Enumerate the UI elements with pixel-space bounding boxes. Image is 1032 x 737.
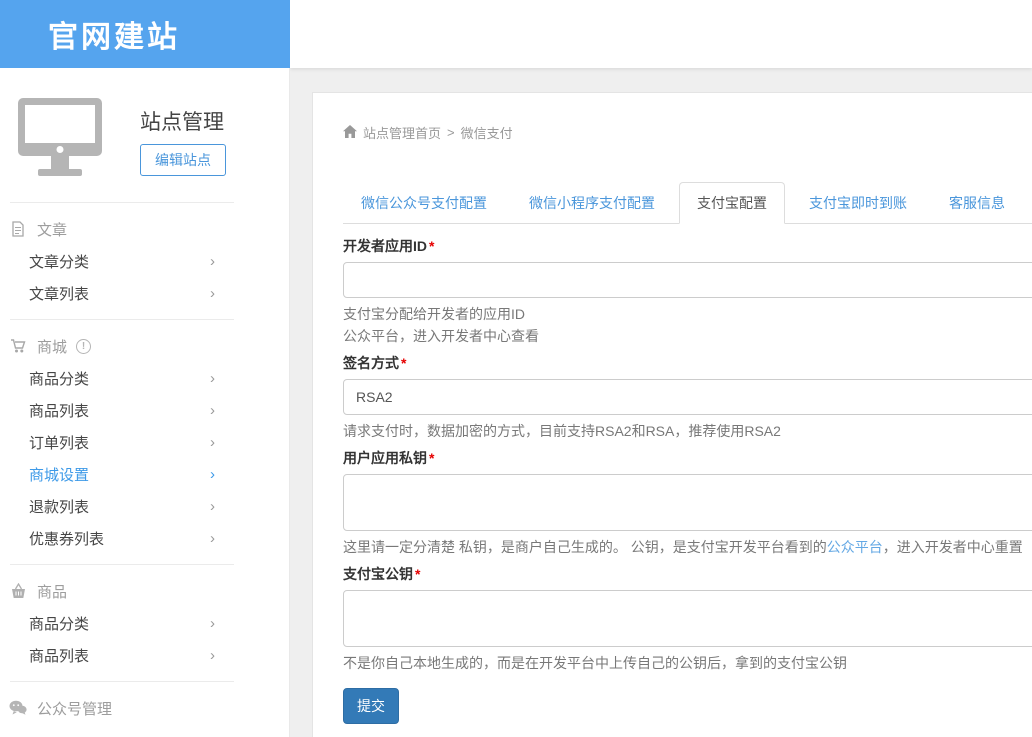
- tab-wechat-miniprogram-pay[interactable]: 微信小程序支付配置: [511, 182, 673, 224]
- chevron-right-icon: ›: [210, 371, 215, 386]
- sidebar-item-label: 商城设置: [29, 464, 89, 485]
- content-card: 站点管理首页 > 微信支付 微信公众号支付配置 微信小程序支付配置 支付宝配置 …: [312, 92, 1032, 737]
- info-icon: !: [76, 339, 91, 354]
- form-group-sign-type: 签名方式* 请求支付时，数据加密的方式，目前支持RSA2和RSA，推荐使用RSA…: [343, 353, 1032, 442]
- sidebar-item-coupon-list[interactable]: 优惠券列表 ›: [0, 522, 289, 554]
- app-logo-text: 官网建站: [48, 12, 180, 56]
- sign-type-label: 签名方式: [343, 355, 399, 371]
- sidebar-item-label: 订单列表: [29, 432, 89, 453]
- required-asterisk: *: [429, 450, 434, 466]
- chevron-right-icon: ›: [210, 616, 215, 631]
- divider: [10, 202, 234, 203]
- site-panel: 站点管理 编辑站点: [0, 68, 289, 192]
- app-id-input[interactable]: [343, 262, 1032, 298]
- private-key-textarea[interactable]: [343, 474, 1032, 531]
- payment-tabs: 微信公众号支付配置 微信小程序支付配置 支付宝配置 支付宝即时到账 客服信息: [343, 182, 1032, 224]
- app-id-help-line1: 支付宝分配给开发者的应用ID: [343, 303, 1032, 325]
- chevron-right-icon: ›: [210, 499, 215, 514]
- sidebar-item-label: 文章分类: [29, 251, 89, 272]
- app-logo[interactable]: 官网建站: [0, 0, 290, 68]
- divider: [10, 319, 234, 320]
- sidebar-item-label: 商品列表: [29, 645, 89, 666]
- sidebar-item-product-list[interactable]: 商品列表 ›: [0, 394, 289, 426]
- section-label: 商城: [37, 336, 67, 357]
- sidebar: 站点管理 编辑站点 文章 文章分类 › 文章列表 › 商城 ! 商品分类 › 商…: [0, 68, 290, 737]
- article-icon: [8, 221, 28, 237]
- breadcrumb-home[interactable]: 站点管理首页: [363, 123, 441, 142]
- top-bar: [290, 0, 1032, 68]
- sidebar-section-mall: 商城 !: [0, 330, 289, 362]
- divider: [10, 681, 234, 682]
- sidebar-item-article-list[interactable]: 文章列表 ›: [0, 277, 289, 309]
- main-area: 站点管理首页 > 微信支付 微信公众号支付配置 微信小程序支付配置 支付宝配置 …: [290, 68, 1032, 737]
- sidebar-item-label: 文章列表: [29, 283, 89, 304]
- sign-type-input[interactable]: [343, 379, 1032, 415]
- sidebar-item-article-category[interactable]: 文章分类 ›: [0, 245, 289, 277]
- sidebar-item-goods-category[interactable]: 商品分类 ›: [0, 607, 289, 639]
- tab-customer-service[interactable]: 客服信息: [931, 182, 1023, 224]
- form-group-app-id: 开发者应用ID* 支付宝分配给开发者的应用ID 公众平台，进入开发者中心查看: [343, 236, 1032, 347]
- alipay-config-form: 开发者应用ID* 支付宝分配给开发者的应用ID 公众平台，进入开发者中心查看 签…: [343, 236, 1032, 724]
- cart-icon: [8, 338, 28, 354]
- public-key-label: 支付宝公钥: [343, 566, 413, 582]
- edit-site-button[interactable]: 编辑站点: [140, 144, 226, 176]
- required-asterisk: *: [401, 355, 406, 371]
- chevron-right-icon: ›: [210, 531, 215, 546]
- sign-type-help: 请求支付时，数据加密的方式，目前支持RSA2和RSA，推荐使用RSA2: [343, 420, 1032, 442]
- sidebar-item-mall-settings[interactable]: 商城设置 ›: [0, 458, 289, 490]
- public-key-textarea[interactable]: [343, 590, 1032, 647]
- form-group-private-key: 用户应用私钥* 这里请一定分清楚 私钥，是商户自己生成的。 公钥，是支付宝开发平…: [343, 448, 1032, 558]
- sidebar-item-label: 优惠券列表: [29, 528, 104, 549]
- private-key-help-suffix: ，进入开发者中心重置: [883, 539, 1023, 555]
- private-key-help-link[interactable]: 公众平台: [827, 539, 883, 555]
- submit-button[interactable]: 提交: [343, 688, 399, 724]
- form-group-public-key: 支付宝公钥* 不是你自己本地生成的，而是在开发平台中上传自己的公钥后，拿到的支付…: [343, 564, 1032, 674]
- private-key-help-prefix: 这里请一定分清楚 私钥，是商户自己生成的。 公钥，是支付宝开发平台看到的: [343, 539, 827, 555]
- private-key-label: 用户应用私钥: [343, 450, 427, 466]
- app-id-label: 开发者应用ID: [343, 238, 427, 254]
- public-key-help: 不是你自己本地生成的，而是在开发平台中上传自己的公钥后，拿到的支付宝公钥: [343, 652, 1032, 674]
- sidebar-item-label: 商品分类: [29, 368, 89, 389]
- chevron-right-icon: ›: [210, 403, 215, 418]
- sidebar-item-refund-list[interactable]: 退款列表 ›: [0, 490, 289, 522]
- sidebar-item-order-list[interactable]: 订单列表 ›: [0, 426, 289, 458]
- required-asterisk: *: [415, 566, 420, 582]
- basket-icon: [8, 583, 28, 599]
- sidebar-section-official-account[interactable]: 公众号管理: [0, 692, 289, 724]
- breadcrumb-current: 微信支付: [461, 123, 513, 142]
- required-asterisk: *: [429, 238, 434, 254]
- sidebar-item-label: 商品分类: [29, 613, 89, 634]
- chevron-right-icon: ›: [210, 467, 215, 482]
- section-label: 公众号管理: [37, 698, 112, 719]
- section-label: 文章: [37, 219, 67, 240]
- app-id-help-line2: 公众平台，进入开发者中心查看: [343, 325, 1032, 347]
- chevron-right-icon: ›: [210, 648, 215, 663]
- breadcrumb-separator: >: [447, 125, 455, 140]
- sidebar-item-label: 商品列表: [29, 400, 89, 421]
- sidebar-section-articles: 文章: [0, 213, 289, 245]
- site-title: 站点管理: [140, 106, 224, 136]
- chevron-right-icon: ›: [210, 286, 215, 301]
- section-label: 商品: [37, 581, 67, 602]
- tab-alipay-instant[interactable]: 支付宝即时到账: [791, 182, 925, 224]
- sidebar-item-label: 退款列表: [29, 496, 89, 517]
- tab-alipay-config[interactable]: 支付宝配置: [679, 182, 785, 224]
- sidebar-item-goods-list[interactable]: 商品列表 ›: [0, 639, 289, 671]
- chevron-right-icon: ›: [210, 435, 215, 450]
- breadcrumb: 站点管理首页 > 微信支付: [343, 123, 1032, 142]
- sidebar-item-product-category[interactable]: 商品分类 ›: [0, 362, 289, 394]
- divider: [10, 564, 234, 565]
- monitor-icon: [18, 98, 102, 181]
- home-icon[interactable]: [343, 125, 357, 141]
- chevron-right-icon: ›: [210, 254, 215, 269]
- sidebar-section-goods: 商品: [0, 575, 289, 607]
- wechat-icon: [8, 700, 28, 716]
- tab-wechat-mp-pay[interactable]: 微信公众号支付配置: [343, 182, 505, 224]
